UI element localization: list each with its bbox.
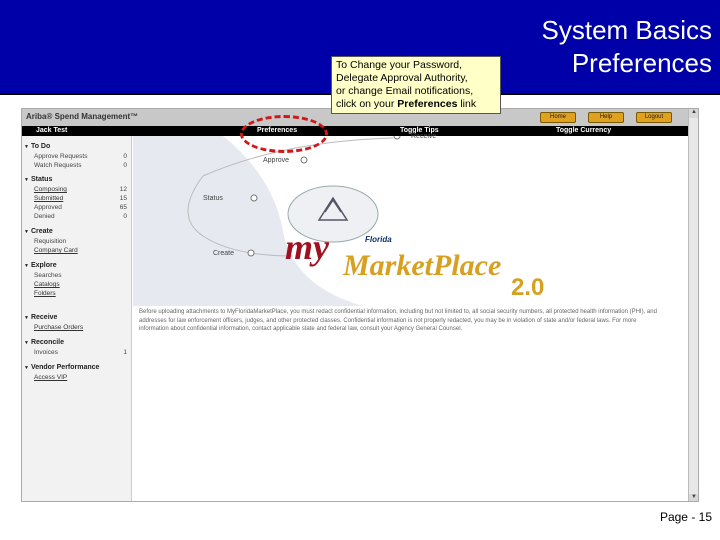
workflow-node-status xyxy=(250,194,258,202)
workflow-label-create[interactable]: Create xyxy=(213,250,234,257)
sidebar-item-catalogs[interactable]: Catalogs xyxy=(34,281,60,288)
main-content: Approve Receive Status Create my Florida… xyxy=(133,133,689,501)
callout-line: Delegate Approval Authority, xyxy=(336,72,468,84)
workflow-label-status[interactable]: Status xyxy=(203,195,223,202)
preferences-callout: To Change your Password, Delegate Approv… xyxy=(331,56,501,114)
sidebar-item-requisition[interactable]: Requisition xyxy=(34,238,66,245)
workflow-label-approve[interactable]: Approve xyxy=(263,157,289,164)
callout-line: or change Email notifications, xyxy=(336,85,474,97)
app-screenshot: Ariba® Spend Management™ Home Help Logou… xyxy=(21,108,699,502)
callout-emphasis: Preferences xyxy=(397,98,458,110)
callout-line: click on your Preferences link xyxy=(336,98,496,111)
sidebar-count: 1 xyxy=(123,349,127,356)
sidebar-item-approved[interactable]: Approved xyxy=(34,204,62,211)
callout-line: To Change your Password, xyxy=(336,59,463,71)
sidebar-section-create[interactable]: Create xyxy=(24,228,53,235)
sidebar-section-explore[interactable]: Explore xyxy=(24,262,57,269)
vertical-scrollbar[interactable]: ▲ ▼ xyxy=(688,109,698,501)
workflow-node-create xyxy=(247,249,255,257)
help-button[interactable]: Help xyxy=(588,112,624,123)
sidebar-item-purchase-orders[interactable]: Purchase Orders xyxy=(34,324,83,331)
sidebar-item-approve-requests[interactable]: Approve Requests xyxy=(34,153,87,160)
slide-title-line1: System Basics xyxy=(541,15,713,45)
logo-my: my xyxy=(285,227,329,267)
sidebar-count: 0 xyxy=(123,162,127,169)
workflow-node-receive xyxy=(393,136,401,140)
logout-button[interactable]: Logout xyxy=(636,112,672,123)
sidebar-item-company-card[interactable]: Company Card xyxy=(34,247,78,254)
preferences-highlight-circle xyxy=(240,115,328,153)
sidebar-item-composing[interactable]: Composing xyxy=(34,186,67,193)
sidebar-count: 15 xyxy=(119,195,127,202)
workflow-label-receive[interactable]: Receive xyxy=(411,133,436,140)
workflow-node-approve xyxy=(300,156,308,164)
home-button[interactable]: Home xyxy=(540,112,576,123)
sidebar-item-invoices[interactable]: Invoices xyxy=(34,349,58,356)
sidebar-item-watch-requests[interactable]: Watch Requests xyxy=(34,162,81,169)
logo-marketplace: MarketPlace xyxy=(343,249,502,282)
user-name: Jack Test xyxy=(36,127,68,134)
attachment-disclaimer: Before uploading attachments to MyFlorid… xyxy=(139,309,657,332)
sidebar-count: 65 xyxy=(119,204,127,211)
scroll-up-icon[interactable]: ▲ xyxy=(689,109,698,118)
app-brand: Ariba® Spend Management™ xyxy=(26,112,139,121)
logo-version: 2.0 xyxy=(511,274,545,301)
sidebar-count: 0 xyxy=(123,213,127,220)
slide-title-line2: Preferences xyxy=(571,48,712,78)
sidebar-item-folders[interactable]: Folders xyxy=(34,290,56,297)
toggle-currency-link[interactable]: Toggle Currency xyxy=(556,127,611,134)
app-navbar: Jack Test Preferences Toggle Tips Toggle… xyxy=(22,126,689,136)
callout-text: click on your xyxy=(336,98,398,110)
sidebar-item-access-vip[interactable]: Access VIP xyxy=(34,374,67,381)
sidebar-section-reconcile[interactable]: Reconcile xyxy=(24,339,64,346)
sidebar-item-submitted[interactable]: Submitted xyxy=(34,195,63,202)
sidebar-section-receive[interactable]: Receive xyxy=(24,314,57,321)
page-number: Page - 15 xyxy=(659,510,712,524)
sidebar-item-searches[interactable]: Searches xyxy=(34,272,61,279)
sidebar-section-vendor-performance[interactable]: Vendor Performance xyxy=(24,364,99,371)
scroll-down-icon[interactable]: ▼ xyxy=(689,494,698,501)
sidebar-section-todo[interactable]: To Do xyxy=(24,143,50,150)
sidebar-count: 0 xyxy=(123,153,127,160)
sidebar-section-status[interactable]: Status xyxy=(24,176,52,183)
slide-title: System Basics Preferences xyxy=(542,14,713,80)
sidebar: To Do Approve Requests 0 Watch Requests … xyxy=(22,136,132,501)
logo-florida: Florida xyxy=(365,235,392,244)
callout-text: link xyxy=(457,98,477,110)
sidebar-count: 12 xyxy=(119,186,127,193)
sidebar-item-denied[interactable]: Denied xyxy=(34,213,55,220)
